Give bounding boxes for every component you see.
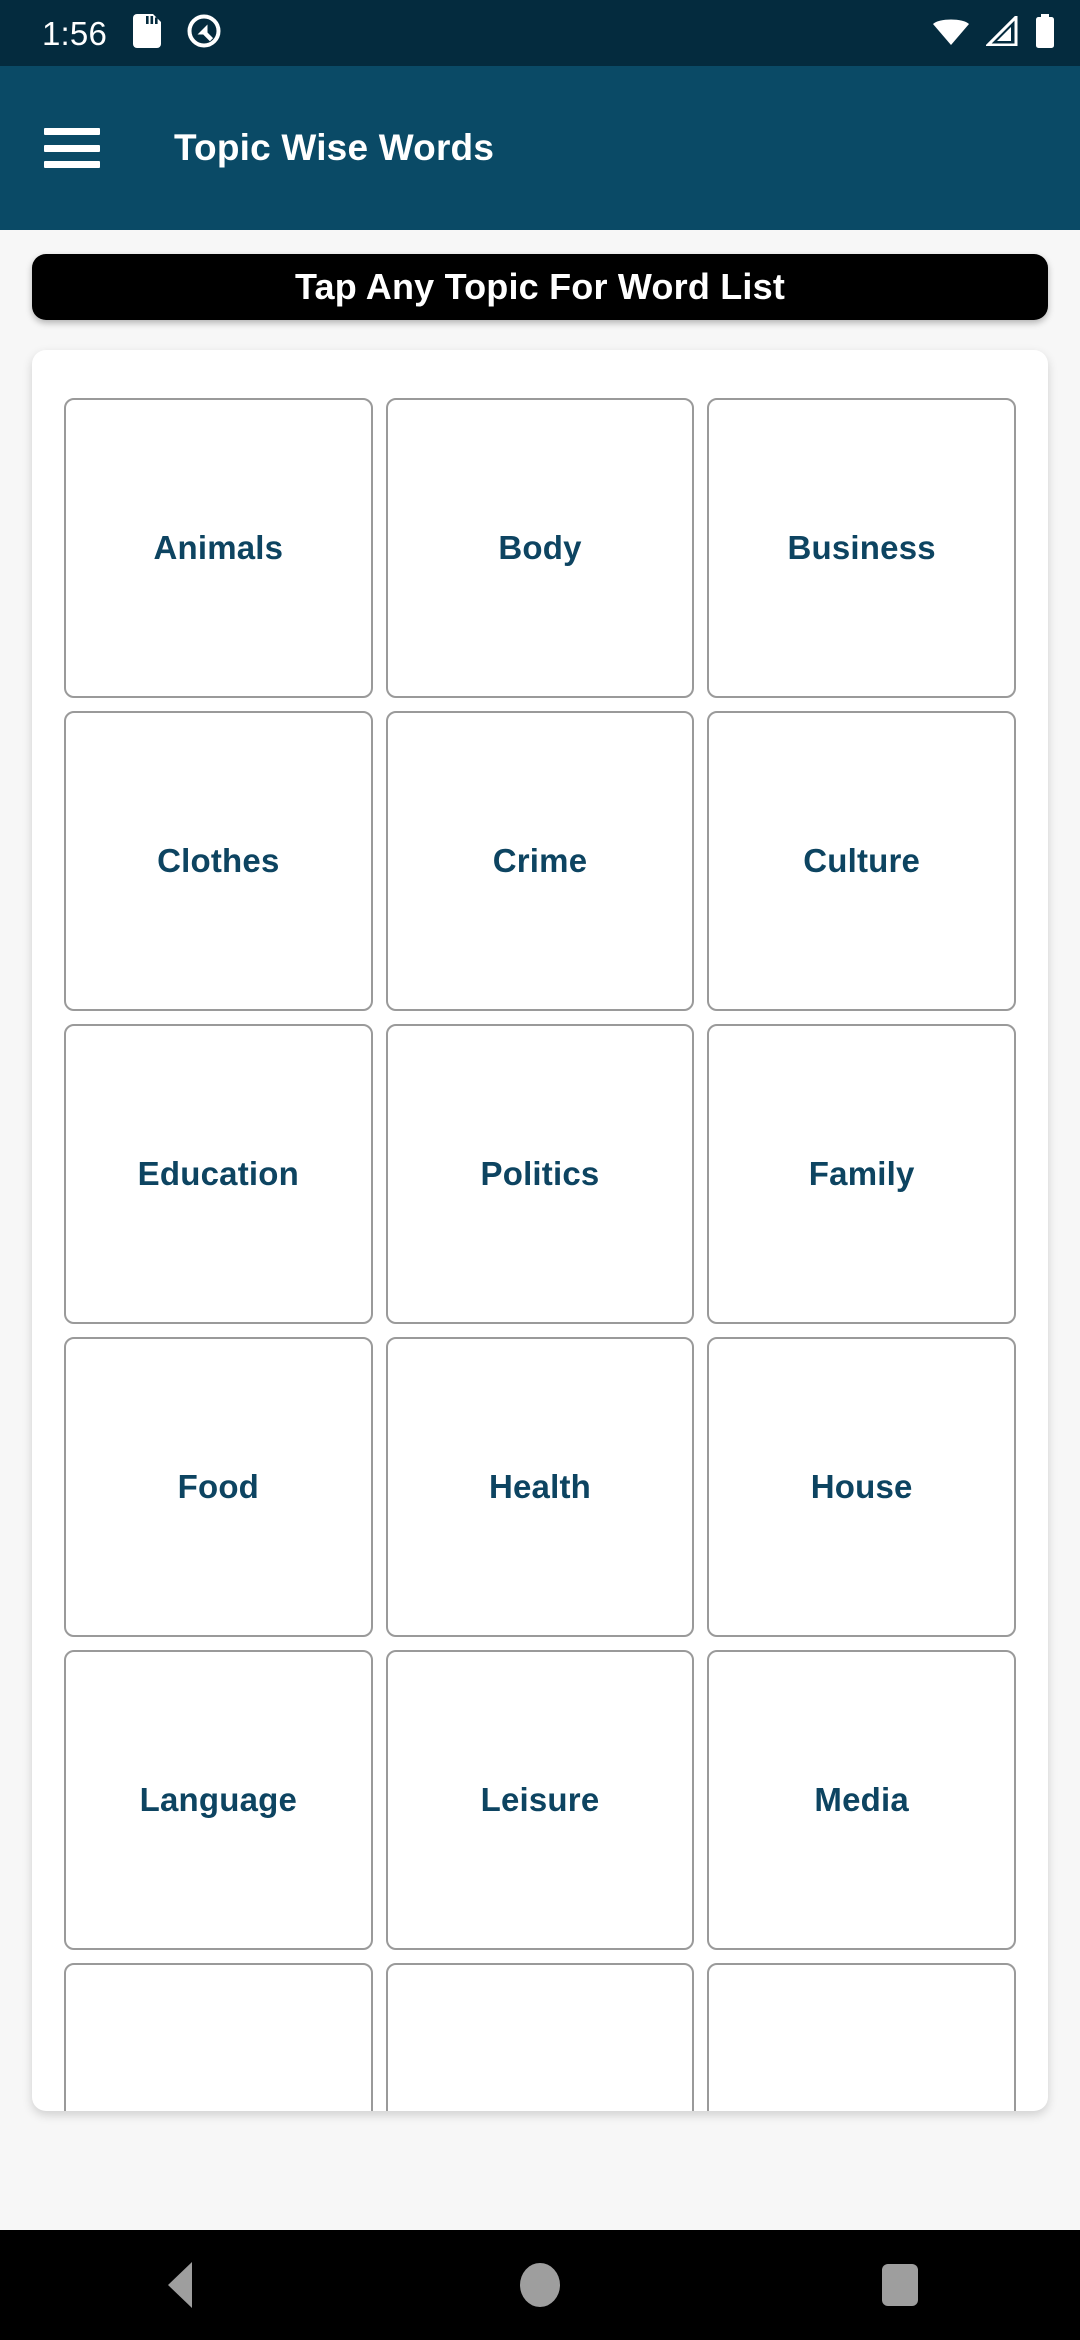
topic-cell-culture[interactable]: Culture bbox=[707, 711, 1016, 1011]
topic-cell-health[interactable]: Health bbox=[385, 1337, 695, 1637]
topic-label: Body bbox=[498, 529, 582, 566]
status-bar-left: 1:56 bbox=[42, 13, 221, 53]
back-nav-icon[interactable] bbox=[90, 2230, 270, 2340]
status-bar: 1:56 bbox=[0, 0, 1080, 66]
topic-label: Health bbox=[488, 1468, 592, 1505]
topic-cell-crime[interactable]: Crime bbox=[385, 711, 695, 1011]
home-nav-icon[interactable] bbox=[450, 2230, 630, 2340]
hamburger-line bbox=[44, 144, 100, 152]
instruction-banner: Tap Any Topic For Word List bbox=[32, 254, 1048, 320]
topic-cell-animals[interactable]: Animals bbox=[64, 398, 373, 698]
status-clock: 1:56 bbox=[42, 14, 108, 52]
sd-card-icon bbox=[133, 13, 162, 53]
android-navigation-bar bbox=[0, 2230, 1080, 2340]
topic-grid-container: Animals Body Business Clothes Crime Cult… bbox=[32, 350, 1048, 2111]
topic-cell-partial-2[interactable] bbox=[385, 1963, 695, 2111]
topic-cell-leisure[interactable]: Leisure bbox=[385, 1650, 695, 1950]
topic-label: Media bbox=[814, 1781, 909, 1818]
page-title: Topic Wise Words bbox=[174, 127, 495, 168]
home-circle bbox=[520, 2263, 560, 2307]
topic-label: Leisure bbox=[480, 1781, 600, 1818]
topic-label: Culture bbox=[803, 842, 921, 879]
topic-cell-education[interactable]: Education bbox=[64, 1024, 373, 1324]
hamburger-menu-icon[interactable] bbox=[44, 128, 100, 168]
wifi-icon bbox=[932, 16, 970, 51]
topic-label: Education bbox=[137, 1155, 299, 1192]
main-content: Tap Any Topic For Word List Animals Body… bbox=[0, 230, 1080, 2230]
topic-label: Politics bbox=[480, 1155, 600, 1192]
app-screen: 1:56 Topic Wise Words Tap Any Topic For … bbox=[0, 0, 1080, 2340]
topic-cell-media[interactable]: Media bbox=[707, 1650, 1016, 1950]
topic-label: Animals bbox=[153, 529, 284, 566]
recents-square bbox=[882, 2264, 918, 2306]
topic-cell-partial-1[interactable] bbox=[64, 1963, 373, 2111]
topic-cell-politics[interactable]: Politics bbox=[385, 1024, 695, 1324]
cellular-signal-icon bbox=[984, 12, 1018, 51]
topic-cell-food[interactable]: Food bbox=[64, 1337, 373, 1637]
instruction-banner-text: Tap Any Topic For Word List bbox=[294, 266, 786, 307]
hamburger-line bbox=[44, 128, 100, 135]
topic-label: Language bbox=[139, 1781, 298, 1818]
topic-cell-family[interactable]: Family bbox=[707, 1024, 1016, 1324]
topic-cell-language[interactable]: Language bbox=[64, 1650, 373, 1950]
topic-grid: Animals Body Business Clothes Crime Cult… bbox=[64, 398, 1016, 2111]
topic-label: House bbox=[810, 1468, 913, 1505]
topic-cell-clothes[interactable]: Clothes bbox=[64, 711, 373, 1011]
status-bar-right bbox=[932, 12, 1056, 53]
topic-label: Food bbox=[177, 1468, 260, 1505]
quick-settings-icon bbox=[187, 14, 221, 53]
topic-cell-body[interactable]: Body bbox=[385, 398, 695, 698]
app-bar: Topic Wise Words bbox=[0, 66, 1080, 230]
topic-label: Crime bbox=[492, 842, 588, 879]
hamburger-line bbox=[44, 161, 100, 168]
topic-label: Business bbox=[787, 529, 936, 566]
topic-cell-house[interactable]: House bbox=[707, 1337, 1016, 1637]
recents-nav-icon[interactable] bbox=[810, 2230, 990, 2340]
topic-cell-partial-3[interactable] bbox=[707, 1963, 1016, 2111]
topic-label: Clothes bbox=[157, 842, 280, 879]
topic-label: Family bbox=[808, 1155, 915, 1192]
back-triangle bbox=[168, 2262, 192, 2308]
topic-cell-business[interactable]: Business bbox=[707, 398, 1016, 698]
battery-icon bbox=[1034, 13, 1056, 53]
